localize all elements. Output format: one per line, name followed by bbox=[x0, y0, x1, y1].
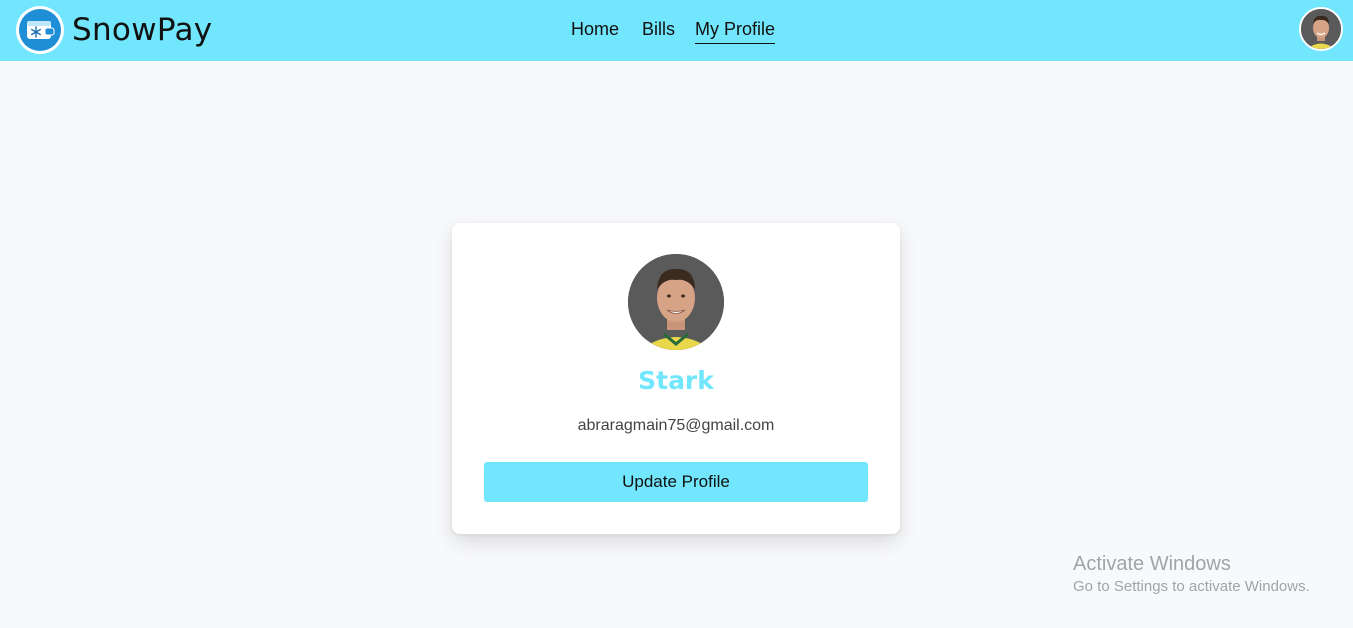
watermark-title: Activate Windows bbox=[1073, 553, 1231, 575]
brand-name: SnowPay bbox=[72, 12, 213, 48]
wallet-snowflake-icon bbox=[16, 6, 64, 54]
nav-home[interactable]: Home bbox=[571, 17, 619, 44]
watermark-subtitle: Go to Settings to activate Windows. bbox=[1073, 578, 1310, 595]
main-nav: Home Bills My Profile bbox=[571, 17, 776, 44]
profile-name: Stark bbox=[638, 366, 714, 395]
profile-card: Stark abraragmain75@gmail.com Update Pro… bbox=[452, 223, 900, 534]
profile-email: abraragmain75@gmail.com bbox=[577, 417, 775, 434]
nav-bills[interactable]: Bills bbox=[642, 17, 675, 44]
update-profile-button[interactable]: Update Profile bbox=[484, 462, 868, 502]
navbar: SnowPay Home Bills My Profile bbox=[0, 0, 1353, 61]
nav-my-profile[interactable]: My Profile bbox=[695, 17, 776, 44]
profile-avatar bbox=[628, 254, 724, 350]
user-avatar[interactable] bbox=[1299, 7, 1343, 51]
activate-windows-watermark: Activate Windows Go to Settings to activ… bbox=[1073, 552, 1310, 597]
brand[interactable]: SnowPay bbox=[16, 5, 212, 55]
